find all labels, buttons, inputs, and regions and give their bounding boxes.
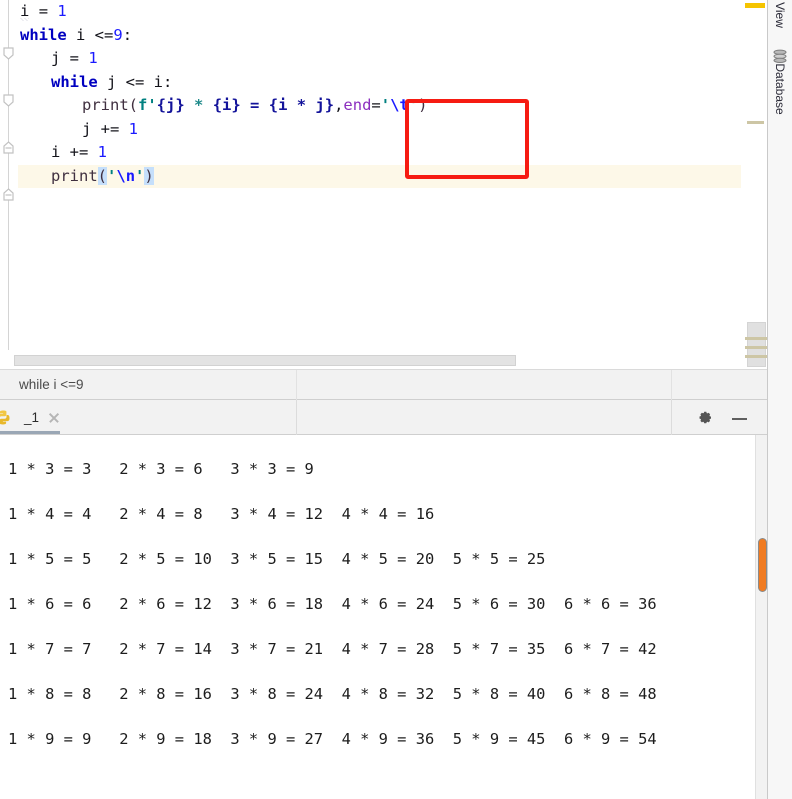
code-token: += <box>91 119 129 138</box>
console-output-line: 1 * 4 = 4 2 * 4 = 8 3 * 4 = 12 4 * 4 = 1… <box>8 505 435 523</box>
close-icon[interactable] <box>48 412 60 424</box>
breadcrumb-bar: while i <=9 <box>0 369 767 401</box>
minimize-icon[interactable] <box>731 410 747 426</box>
divider <box>296 400 297 435</box>
console-output-line: 1 * 3 = 3 2 * 3 = 6 3 * 3 = 9 <box>8 460 314 478</box>
code-token: i <box>51 143 61 161</box>
code-token: = <box>60 49 89 67</box>
code-token: \n <box>116 166 136 185</box>
code-line[interactable]: j = 1 <box>18 47 741 71</box>
code-token: 1 <box>97 143 108 161</box>
editor-vertical-scrollbar[interactable] <box>741 0 770 369</box>
code-token: ) <box>144 166 154 185</box>
code-token: ( <box>97 166 108 185</box>
code-line[interactable]: print(f'{j} * {i} = {i * j},end='\t') <box>18 94 741 118</box>
code-token: ' <box>380 96 391 114</box>
code-token: j <box>51 49 61 67</box>
code-token: = <box>38 2 49 20</box>
console-toolbar: _1 <box>0 400 767 435</box>
editor-gutter[interactable] <box>0 0 18 369</box>
warning-marker[interactable] <box>745 3 765 8</box>
divider <box>671 370 672 401</box>
code-line[interactable]: while j <= i: <box>18 71 741 95</box>
code-token: <= <box>94 25 114 44</box>
code-token: 1 <box>57 2 67 20</box>
console-output-line: 1 * 5 = 5 2 * 5 = 10 3 * 5 = 15 4 * 5 = … <box>8 550 546 568</box>
console-actions <box>697 400 767 435</box>
divider <box>671 400 672 435</box>
code-token: {j} <box>156 96 185 114</box>
fold-marker-closed[interactable] <box>2 141 15 154</box>
tool-strip-item-view[interactable]: View <box>773 2 787 28</box>
editor-vertical-scrollbar-thumb[interactable] <box>745 322 770 367</box>
occurrence-marker[interactable] <box>747 121 764 124</box>
code-token: , <box>334 96 344 114</box>
code-token: j <box>82 119 92 138</box>
code-token: while <box>51 72 98 91</box>
code-token: while <box>20 25 67 44</box>
code-token: print <box>51 166 98 185</box>
tab-active-indicator <box>0 431 60 434</box>
breadcrumb[interactable]: while i <=9 <box>19 377 84 392</box>
code-token: i <box>20 2 30 21</box>
console-vertical-scrollbar[interactable] <box>755 435 767 799</box>
code-token: : <box>122 25 133 44</box>
console-output[interactable]: 1 * 3 = 3 2 * 3 = 6 3 * 3 = 9 1 * 4 = 4 2… <box>0 435 755 799</box>
python-icon <box>0 410 10 425</box>
code-token: 1 <box>88 49 98 67</box>
code-line[interactable]: print('\n') <box>18 164 741 188</box>
code-token: ) <box>418 96 428 114</box>
code-token: ' <box>408 96 419 114</box>
console-output-line: 1 * 6 = 6 2 * 6 = 12 3 * 6 = 18 4 * 6 = … <box>8 595 657 613</box>
code-token: * <box>194 96 204 114</box>
code-surface[interactable]: i = 1 while i <=9: j = 1 while j <= i: print… <box>18 0 741 369</box>
right-tool-strip[interactable]: View Database <box>767 0 792 799</box>
code-token: f' <box>138 96 157 114</box>
editor-horizontal-scrollbar[interactable] <box>0 350 741 369</box>
code-token: \t <box>390 96 409 114</box>
code-token: print( <box>82 96 138 114</box>
code-token: end <box>343 96 372 114</box>
code-token: = <box>250 96 260 114</box>
console-vertical-scrollbar-thumb[interactable] <box>758 538 767 592</box>
code-line[interactable]: i += 1 <box>18 141 741 165</box>
tool-strip-item-database[interactable]: Database <box>773 63 787 114</box>
ide-window: i = 1 while i <=9: j = 1 while j <= i: print… <box>0 0 792 799</box>
console-output-line: 1 * 7 = 7 2 * 7 = 14 3 * 7 = 21 4 * 7 = … <box>8 640 657 658</box>
divider <box>296 370 297 401</box>
code-token: {i} <box>212 96 241 114</box>
tab-console-1[interactable]: _1 <box>0 400 72 435</box>
code-editor[interactable]: i = 1 while i <=9: j = 1 while j <= i: print… <box>0 0 741 369</box>
tab-console-1-label: _1 <box>24 410 40 425</box>
code-token: ' <box>107 166 117 185</box>
code-line[interactable]: j += 1 <box>18 118 741 142</box>
console-output-line: 1 * 9 = 9 2 * 9 = 18 3 * 9 = 27 4 * 9 = … <box>8 730 657 748</box>
code-token: += <box>60 143 98 161</box>
gear-icon[interactable] <box>697 410 713 426</box>
console-output-line: 1 * 8 = 8 2 * 8 = 16 3 * 8 = 24 4 * 8 = … <box>8 685 657 703</box>
code-token: ' <box>135 166 145 185</box>
fold-marker-closed[interactable] <box>2 188 15 201</box>
code-token: i <box>66 25 95 44</box>
code-token: 1 <box>128 119 139 138</box>
code-line[interactable]: while i <=9: <box>18 24 741 48</box>
editor-horizontal-scrollbar-thumb[interactable] <box>14 355 516 366</box>
fold-marker-open[interactable] <box>2 47 15 60</box>
code-token: j <= i: <box>97 72 173 91</box>
code-token: {i * j} <box>268 96 335 114</box>
code-token: 9 <box>113 25 123 44</box>
code-line[interactable]: i = 1 <box>18 0 741 24</box>
fold-marker-open[interactable] <box>2 94 15 107</box>
code-token: = <box>371 96 381 114</box>
